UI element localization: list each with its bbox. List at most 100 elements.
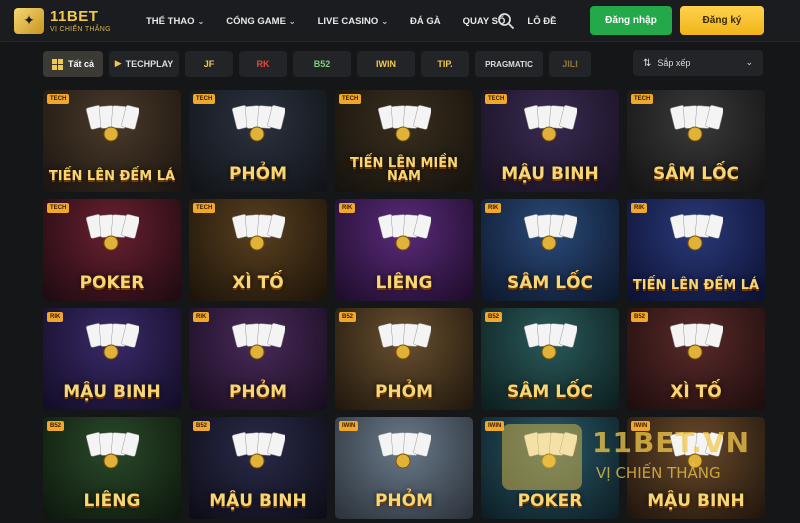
playing-cards-icon bbox=[86, 214, 139, 251]
nav-item-cong-game[interactable]: CỔNG GAME ⌄ bbox=[226, 16, 295, 27]
filter-provider-b52[interactable]: B52 bbox=[293, 51, 351, 77]
game-card[interactable]: IWIN PHỎM bbox=[335, 417, 473, 519]
chevron-down-icon: ⌄ bbox=[288, 16, 296, 26]
playing-cards-icon bbox=[86, 105, 139, 142]
filter-provider-iwin[interactable]: IWIN bbox=[357, 51, 415, 77]
game-card[interactable]: B52 PHỎM bbox=[335, 308, 473, 410]
provider-badge: TECH bbox=[47, 94, 70, 104]
game-card[interactable]: TECH SÂM LỐC bbox=[627, 90, 765, 192]
playing-cards-icon bbox=[524, 432, 577, 469]
filter-provider-pragmatic[interactable]: PRAGMATIC bbox=[475, 51, 543, 77]
playing-cards-icon bbox=[524, 214, 577, 251]
game-card[interactable]: TECH PHỎM bbox=[189, 90, 327, 192]
game-title: MẬU BINH bbox=[63, 382, 161, 403]
playing-cards-icon bbox=[670, 432, 723, 469]
game-title: LIÊNG bbox=[375, 273, 433, 294]
game-card[interactable]: B52 LIÊNG bbox=[43, 417, 181, 519]
game-title: TIẾN LÊN ĐẾM LÁ bbox=[48, 169, 176, 185]
filter-all-label: Tất cả bbox=[67, 59, 94, 69]
register-button[interactable]: Đăng ký bbox=[680, 6, 764, 35]
provider-badge: B52 bbox=[485, 312, 503, 322]
chevron-down-icon: ⌄ bbox=[197, 16, 205, 26]
game-title: XÌ TỐ bbox=[232, 273, 284, 294]
filter-all[interactable]: Tất cả bbox=[43, 51, 103, 77]
game-card[interactable]: IWIN POKER bbox=[481, 417, 619, 519]
game-card[interactable]: B52 XÌ TỐ bbox=[627, 308, 765, 410]
grid-icon bbox=[51, 58, 63, 70]
search-icon[interactable] bbox=[497, 12, 515, 30]
login-button[interactable]: Đăng nhập bbox=[590, 6, 672, 35]
provider-badge: TECH bbox=[485, 94, 508, 104]
site-logo[interactable]: ✦ 11BET VỊ CHIẾN THẮNG bbox=[14, 5, 134, 37]
provider-badge: TECH bbox=[193, 94, 216, 104]
game-title: TIẾN LÊN MIỀN NAM bbox=[349, 155, 459, 185]
playing-cards-icon bbox=[524, 105, 577, 142]
playing-cards-icon bbox=[670, 323, 723, 360]
game-card[interactable]: TECH POKER bbox=[43, 199, 181, 301]
provider-badge: B52 bbox=[339, 312, 357, 322]
game-card[interactable]: RIK SÂM LỐC bbox=[481, 199, 619, 301]
game-title: PHỎM bbox=[374, 382, 434, 403]
game-card[interactable]: RIK MẬU BINH bbox=[43, 308, 181, 410]
provider-label: TECHPLAY bbox=[125, 59, 174, 69]
playing-cards-icon bbox=[378, 105, 431, 142]
playing-cards-icon bbox=[670, 214, 723, 251]
filter-provider-tip[interactable]: TIP. bbox=[421, 51, 469, 77]
game-title: PHỎM bbox=[374, 491, 434, 512]
game-title: SÂM LỐC bbox=[507, 273, 593, 294]
provider-filter-bar: Tất cả ▶ TECHPLAY JF RK B52 IWIN TIP. PRA… bbox=[43, 50, 597, 78]
playing-cards-icon bbox=[232, 214, 285, 251]
game-card[interactable]: TECH TIẾN LÊN ĐẾM LÁ bbox=[43, 90, 181, 192]
playing-cards-icon bbox=[378, 323, 431, 360]
game-title: LIÊNG bbox=[83, 491, 141, 512]
logo-title: 11BET bbox=[50, 8, 99, 25]
nav-item-the-thao[interactable]: THỂ THAO ⌄ bbox=[146, 16, 204, 27]
game-title: MẬU BINH bbox=[647, 491, 745, 512]
filter-provider-techplay[interactable]: ▶ TECHPLAY bbox=[109, 51, 179, 77]
filter-provider-jili[interactable]: JILI bbox=[549, 51, 591, 77]
nav-item-lo-de[interactable]: LÔ ĐỀ bbox=[527, 16, 556, 27]
game-card[interactable]: B52 SÂM LỐC bbox=[481, 308, 619, 410]
nav-item-label: ĐÁ GÀ bbox=[410, 15, 441, 27]
logo-mark-icon: ✦ bbox=[14, 8, 44, 34]
game-title: POKER bbox=[517, 491, 583, 512]
provider-badge: RIK bbox=[485, 203, 502, 213]
nav-item-label: LIVE CASINO bbox=[317, 15, 379, 27]
playing-cards-icon bbox=[232, 323, 285, 360]
filter-provider-rk[interactable]: RK bbox=[239, 51, 287, 77]
game-card[interactable]: RIK LIÊNG bbox=[335, 199, 473, 301]
nav-item-label: LÔ ĐỀ bbox=[527, 15, 557, 27]
provider-badge: RIK bbox=[47, 312, 64, 322]
provider-badge: TECH bbox=[193, 203, 216, 213]
sort-icon: ⇅ bbox=[643, 57, 652, 69]
sort-dropdown[interactable]: ⇅ Sắp xếp ⌄ bbox=[633, 50, 763, 76]
game-title: PHỎM bbox=[228, 382, 288, 403]
game-title: MẬU BINH bbox=[209, 491, 307, 512]
provider-badge: TECH bbox=[47, 203, 70, 213]
techplay-logo-icon: ▶ bbox=[114, 59, 122, 69]
game-title: PHỎM bbox=[228, 164, 288, 185]
game-title: XÌ TỐ bbox=[670, 382, 722, 403]
game-title: SÂM LỐC bbox=[653, 164, 739, 185]
playing-cards-icon bbox=[86, 432, 139, 469]
nav-item-live-casino[interactable]: LIVE CASINO ⌄ bbox=[318, 16, 388, 27]
playing-cards-icon bbox=[86, 323, 139, 360]
playing-cards-icon bbox=[524, 323, 577, 360]
nav-item-da-ga[interactable]: ĐÁ GÀ bbox=[410, 16, 441, 27]
nav-item-label: CỔNG GAME bbox=[226, 15, 286, 27]
provider-badge: TECH bbox=[339, 94, 362, 104]
game-card[interactable]: B52 MẬU BINH bbox=[189, 417, 327, 519]
game-card[interactable]: IWIN MẬU BINH bbox=[627, 417, 765, 519]
game-card[interactable]: RIK TIẾN LÊN ĐẾM LÁ bbox=[627, 199, 765, 301]
game-card[interactable]: TECH MẬU BINH bbox=[481, 90, 619, 192]
game-card[interactable]: TECH TIẾN LÊN MIỀN NAM bbox=[335, 90, 473, 192]
playing-cards-icon bbox=[232, 105, 285, 142]
playing-cards-icon bbox=[378, 432, 431, 469]
filter-provider-jf[interactable]: JF bbox=[185, 51, 233, 77]
provider-badge: B52 bbox=[193, 421, 211, 431]
game-card[interactable]: RIK PHỎM bbox=[189, 308, 327, 410]
sort-label: Sắp xếp bbox=[657, 58, 691, 68]
top-navigation-bar: ✦ 11BET VỊ CHIẾN THẮNG THỂ THAO ⌄ CỔNG GA… bbox=[0, 0, 800, 42]
game-card[interactable]: TECH XÌ TỐ bbox=[189, 199, 327, 301]
provider-badge: TECH bbox=[631, 94, 654, 104]
